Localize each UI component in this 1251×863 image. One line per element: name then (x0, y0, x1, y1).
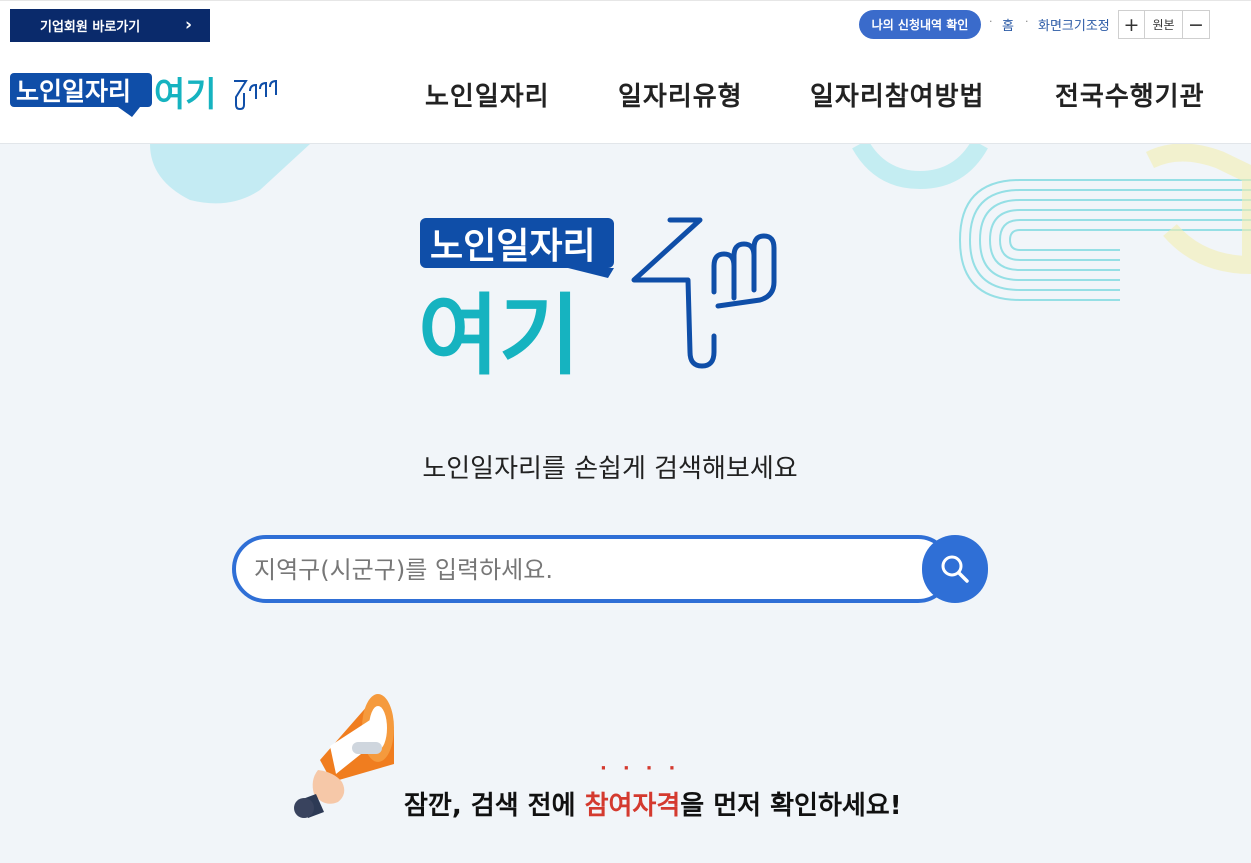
corporate-member-label: 기업회원 바로가기 (40, 20, 141, 35)
search-icon (941, 555, 969, 583)
search-field-frame (232, 535, 952, 603)
utility-bar: 기업회원 바로가기 › 나의 신청내역 확인 · 홈 · 화면크기조정 + 원본… (0, 0, 1251, 43)
nav-agencies-nationwide[interactable]: 전국수행기관 (1055, 76, 1205, 113)
zoom-label: 화면크기조정 (1038, 19, 1110, 34)
zoom-reset-button[interactable]: 원본 (1144, 10, 1183, 39)
separator-dot: · (1025, 15, 1029, 28)
notice-suffix: 을 먼저 확인하세요! (680, 791, 902, 821)
nav-job-types[interactable]: 일자리유형 (618, 76, 743, 113)
home-link[interactable]: 홈 (1002, 15, 1014, 34)
notice-prefix: 잠깐, 검색 전에 (404, 791, 585, 821)
eligibility-link[interactable]: 참여자격 (585, 791, 681, 821)
nav-senior-jobs[interactable]: 노인일자리 (425, 76, 550, 113)
hero-logo-top-text: 노인일자리 (430, 226, 596, 267)
zoom-in-button[interactable]: + (1118, 10, 1145, 39)
eligibility-notice: 잠깐, 검색 전에 참여자격을 먼저 확인하세요! (404, 785, 902, 822)
separator-dot: · (989, 15, 993, 28)
megaphone-icon (294, 694, 394, 818)
highlight-dots: ···· (600, 758, 692, 779)
hero-logo: 노인일자리 여기 (418, 217, 777, 376)
application-history-button[interactable]: 나의 신청내역 확인 (859, 10, 981, 39)
nav-how-to-participate[interactable]: 일자리참여방법 (810, 76, 984, 113)
chevron-right-icon: › (184, 15, 192, 35)
region-search (232, 535, 988, 603)
region-search-input[interactable] (252, 551, 906, 589)
hero-tagline: 노인일자리를 손쉽게 검색해보세요 (422, 454, 798, 484)
site-logo[interactable]: 노인일자리 여기 (10, 69, 280, 121)
logo-bottom-text: 여기 (154, 75, 217, 115)
hero-logo-bottom-text: 여기 (418, 284, 580, 376)
corporate-member-link[interactable]: 기업회원 바로가기 › (10, 9, 210, 42)
search-button[interactable] (922, 535, 988, 603)
main-header: 노인일자리 여기 노인일자리 일자리유형 일자리참여방법 전국수행기관 (0, 43, 1251, 144)
logo-top-text: 노인일자리 (16, 77, 131, 106)
zoom-out-button[interactable]: − (1182, 10, 1210, 39)
